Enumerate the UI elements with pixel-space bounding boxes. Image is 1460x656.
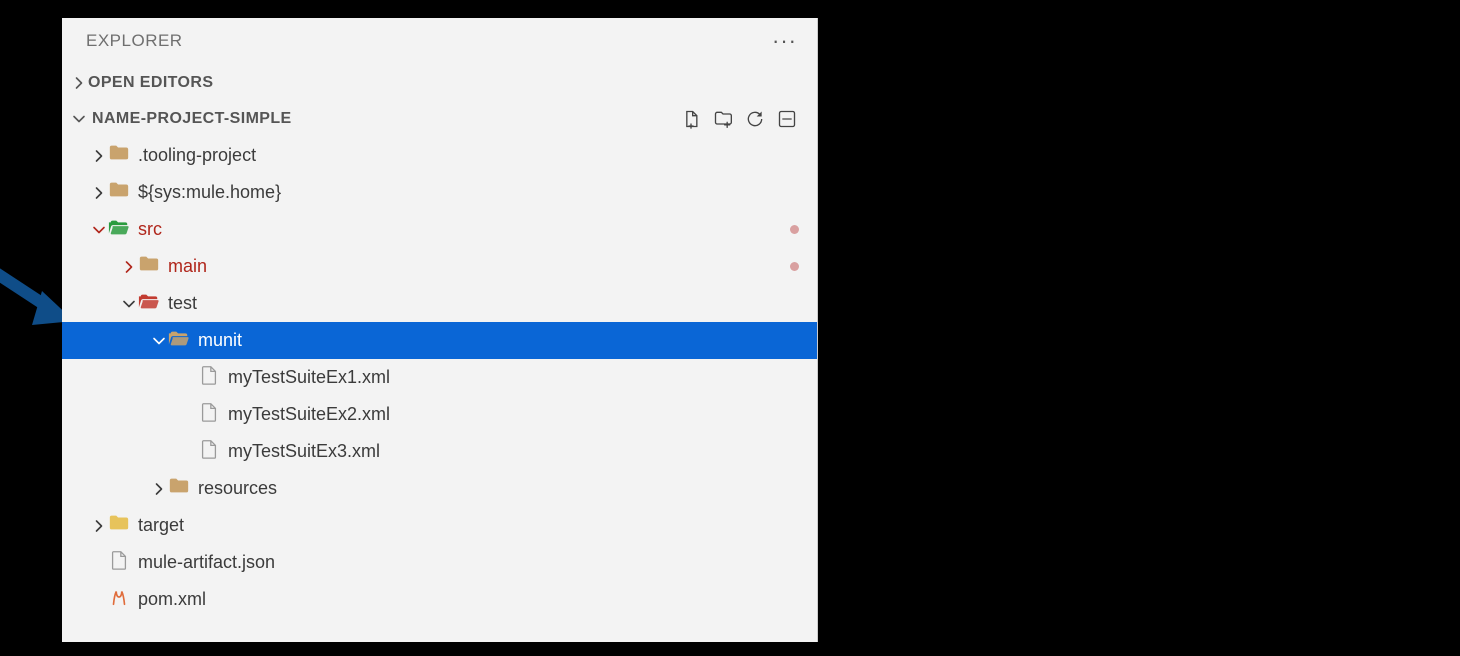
more-actions-icon[interactable]: ··· <box>772 28 797 54</box>
explorer-title: EXPLORER <box>86 31 183 51</box>
file-icon <box>198 438 228 465</box>
maven-icon <box>108 586 138 613</box>
folder-icon <box>138 253 168 280</box>
tree-item-label: main <box>168 256 790 277</box>
folder-icon <box>108 512 138 539</box>
new-file-icon[interactable] <box>681 109 701 129</box>
folder-icon <box>108 179 138 206</box>
chevron-down-icon <box>90 221 108 239</box>
tree-file[interactable]: myTestSuitEx3.xml <box>62 433 817 470</box>
file-icon <box>198 401 228 428</box>
tree-folder[interactable]: munit <box>62 322 817 359</box>
folder-icon <box>168 475 198 502</box>
tree-item-label: myTestSuitEx3.xml <box>228 441 817 462</box>
chevron-down-icon <box>150 332 168 350</box>
tree-folder[interactable]: src <box>62 211 817 248</box>
file-icon <box>108 549 138 576</box>
status-dot-icon <box>790 225 799 234</box>
tree-file[interactable]: myTestSuiteEx1.xml <box>62 359 817 396</box>
tree-item-label: ${sys:mule.home} <box>138 182 817 203</box>
tree-file[interactable]: mule-artifact.json <box>62 544 817 581</box>
tree-item-label: .tooling-project <box>138 145 817 166</box>
tree-folder[interactable]: main <box>62 248 817 285</box>
chevron-right-icon <box>120 258 138 276</box>
chevron-down-icon <box>70 110 88 128</box>
explorer-panel: EXPLORER ··· OPEN EDITORS NAME-PROJECT-S… <box>62 18 818 642</box>
open-editors-label: OPEN EDITORS <box>88 74 213 92</box>
tree-file[interactable]: myTestSuiteEx2.xml <box>62 396 817 433</box>
tree-item-label: munit <box>198 330 817 351</box>
tree-item-label: myTestSuiteEx1.xml <box>228 367 817 388</box>
open-editors-section[interactable]: OPEN EDITORS <box>62 64 817 101</box>
folder-icon <box>108 216 138 243</box>
folder-icon <box>138 290 168 317</box>
tree-item-label: resources <box>198 478 817 499</box>
tree-folder[interactable]: ${sys:mule.home} <box>62 174 817 211</box>
tree-folder[interactable]: target <box>62 507 817 544</box>
chevron-right-icon <box>90 517 108 535</box>
status-dot-icon <box>790 262 799 271</box>
chevron-right-icon <box>90 147 108 165</box>
tree-folder[interactable]: test <box>62 285 817 322</box>
collapse-all-icon[interactable] <box>777 109 797 129</box>
refresh-icon[interactable] <box>745 109 765 129</box>
tree-folder[interactable]: resources <box>62 470 817 507</box>
project-name: NAME-PROJECT-SIMPLE <box>92 110 681 128</box>
tree-item-label: test <box>168 293 817 314</box>
chevron-right-icon <box>150 480 168 498</box>
tree-item-label: pom.xml <box>138 589 817 610</box>
project-section-header[interactable]: NAME-PROJECT-SIMPLE <box>62 101 817 137</box>
chevron-right-icon <box>90 184 108 202</box>
tree-item-label: target <box>138 515 817 536</box>
explorer-header: EXPLORER ··· <box>62 18 817 64</box>
file-icon <box>198 364 228 391</box>
tree-item-label: mule-artifact.json <box>138 552 817 573</box>
new-folder-icon[interactable] <box>713 109 733 129</box>
chevron-right-icon <box>70 74 88 92</box>
folder-icon <box>108 142 138 169</box>
chevron-down-icon <box>120 295 138 313</box>
tree-folder[interactable]: .tooling-project <box>62 137 817 174</box>
tree-item-label: src <box>138 219 790 240</box>
tree-item-label: myTestSuiteEx2.xml <box>228 404 817 425</box>
folder-icon <box>168 327 198 354</box>
file-tree: .tooling-project ${sys:mule.home} src main t… <box>62 137 817 618</box>
tree-file[interactable]: pom.xml <box>62 581 817 618</box>
